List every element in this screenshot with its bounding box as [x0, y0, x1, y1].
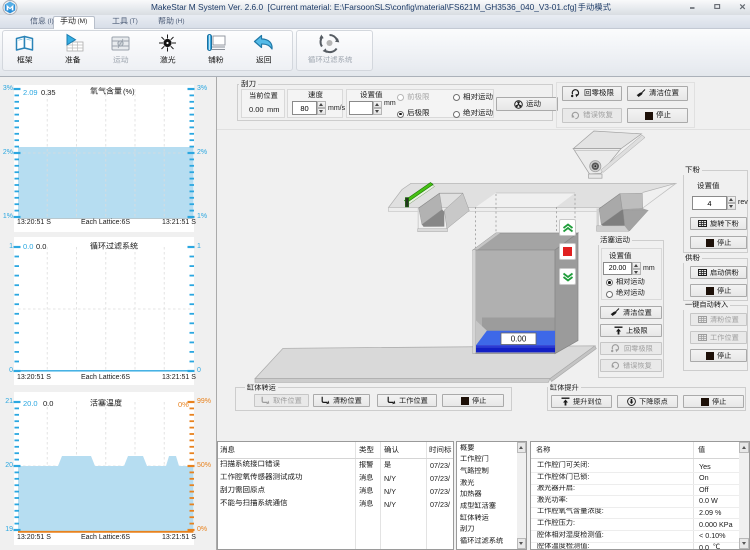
svg-text::: :	[573, 483, 575, 492]
svg-text::: :	[573, 518, 575, 527]
svg-text::: :	[602, 506, 604, 515]
svg-text::: :	[587, 472, 589, 481]
svg-text:0.00: 0.00	[511, 335, 527, 344]
svg-text::: :	[602, 530, 604, 539]
svg-text::: :	[587, 541, 589, 550]
svg-text:MakeStar M System Ver. 2.6.0: MakeStar M System Ver. 2.6.0 [Current ma…	[151, 2, 577, 12]
svg-text::: :	[566, 495, 568, 504]
svg-text::: :	[587, 460, 589, 469]
